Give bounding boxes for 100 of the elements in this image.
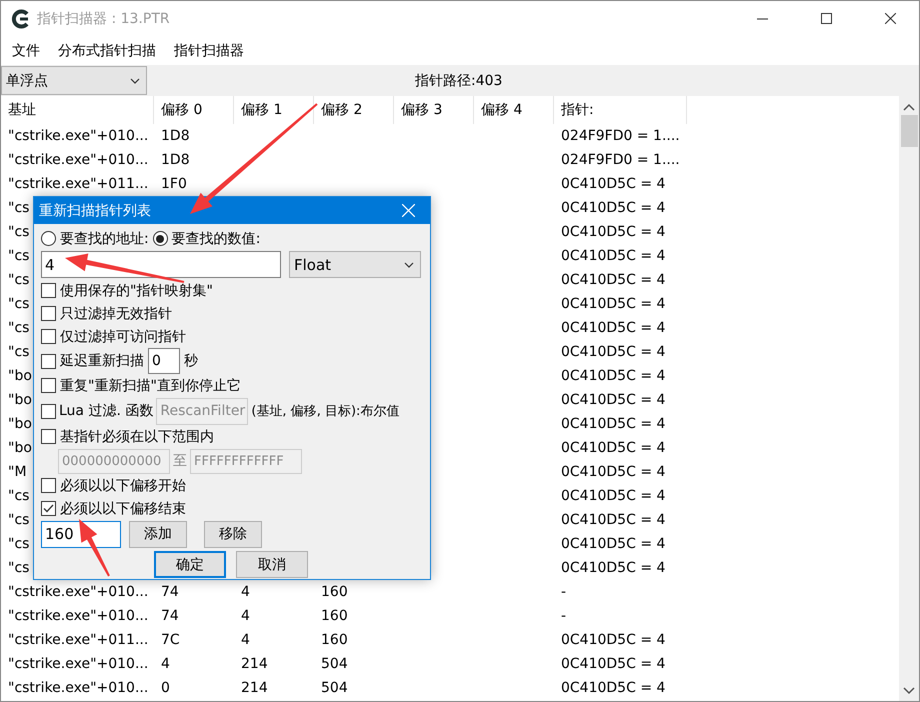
table-cell: 4 (241, 632, 250, 648)
table-cell: 0C410D5C = 4 (561, 632, 666, 648)
table-cell: "cs (8, 224, 30, 240)
table-cell: 1D8 (161, 128, 190, 144)
column-header[interactable]: 基址 (1, 96, 154, 124)
table-cell: 4 (241, 584, 250, 600)
table-cell: 214 (241, 680, 268, 696)
table-cell: 024F9FD0 = 1.... (561, 128, 680, 144)
checkbox[interactable] (41, 429, 56, 444)
window-title: 指针扫描器 : 13.PTR (37, 10, 171, 28)
checkbox[interactable] (41, 283, 56, 298)
table-cell: 0C410D5C = 4 (561, 200, 666, 216)
table-cell: 0C410D5C = 4 (561, 392, 666, 408)
table-cell: 7C (161, 632, 180, 648)
table-cell: 160 (321, 584, 348, 600)
table-cell: "cstrike.exe"+010... (8, 608, 148, 624)
signature-label: (基址, 偏移, 目标):布尔值 (251, 403, 400, 420)
column-header[interactable]: 偏移 4 (474, 96, 554, 124)
type-dropdown[interactable]: 单浮点 (1, 66, 147, 95)
table-cell: 0C410D5C = 4 (561, 248, 666, 264)
table-cell: 0C410D5C = 4 (561, 176, 666, 192)
ok-button[interactable]: 确定 (154, 551, 226, 578)
checkbox[interactable] (41, 501, 56, 516)
column-header[interactable]: 偏移 0 (154, 96, 234, 124)
annotation-arrow (79, 519, 110, 576)
table-cell: "bo (8, 416, 32, 432)
column-header[interactable]: 指针: (554, 96, 687, 124)
option-label: 延迟重新扫描 (60, 352, 144, 370)
radio-label: 要查找的地址: (60, 230, 149, 248)
radio-button[interactable] (152, 231, 168, 246)
table-cell: 0C410D5C = 4 (561, 512, 666, 528)
option-label: 重复"重新扫描"直到你停止它 (60, 376, 241, 394)
table-cell: "cstrike.exe"+010... (8, 680, 148, 696)
table-cell: 1F0 (161, 176, 187, 192)
table-cell: 74 (161, 608, 179, 624)
table-cell: - (561, 584, 566, 600)
close-icon[interactable] (884, 13, 896, 24)
table-cell: 0C410D5C = 4 (561, 464, 666, 480)
menu-item[interactable]: 文件 (3, 42, 49, 60)
menu-item[interactable]: 指针扫描器 (165, 42, 253, 60)
option-label: 必须以以下偏移结束 (60, 500, 186, 518)
option-label: 只过滤掉无效指针 (60, 304, 172, 322)
table-cell: 0C410D5C = 4 (561, 656, 666, 672)
checkbox[interactable] (41, 329, 56, 344)
table-cell: 0C410D5C = 4 (561, 368, 666, 384)
column-header[interactable]: 偏移 3 (394, 96, 474, 124)
option-label: Lua 过滤. 函数 (59, 402, 154, 420)
checkbox[interactable] (41, 354, 56, 368)
table-cell: "cs (8, 488, 30, 504)
chevron-down-icon (130, 78, 140, 84)
table-cell: 504 (321, 680, 348, 696)
table-cell: 160 (321, 608, 348, 624)
logo-icon (11, 8, 31, 28)
table-cell: "cstrike.exe"+011... (8, 632, 148, 648)
table-cell: "M (8, 464, 27, 480)
table-cell: 0C410D5C = 4 (561, 680, 666, 696)
table-cell: "cs (8, 272, 30, 288)
cancel-button[interactable]: 取消 (236, 551, 308, 578)
scroll-down-icon[interactable] (903, 687, 915, 695)
checkbox[interactable] (41, 478, 56, 493)
minimize-icon[interactable] (756, 18, 768, 20)
chevron-down-icon (404, 262, 414, 268)
scroll-up-icon[interactable] (903, 103, 915, 111)
table-cell: "cs (8, 560, 30, 576)
table-cell: 0C410D5C = 4 (561, 560, 666, 576)
table-cell: "bo (8, 440, 32, 456)
menu-item[interactable]: 分布式指针扫描 (49, 42, 165, 60)
remove-button[interactable]: 移除 (204, 520, 262, 548)
table-cell: 74 (161, 584, 179, 600)
table-cell: 0C410D5C = 4 (561, 320, 666, 336)
dialog-title: 重新扫描指针列表 (39, 202, 152, 220)
radio-button[interactable] (41, 231, 56, 246)
table-cell: "cstrike.exe"+010... (8, 128, 148, 144)
table-cell: 0C410D5C = 4 (561, 536, 666, 552)
add-button[interactable]: 添加 (129, 520, 187, 548)
radio-label: 要查找的数值: (172, 230, 260, 248)
table-cell: "cstrike.exe"+011... (8, 176, 148, 192)
checkbox[interactable] (41, 378, 56, 393)
table-cell: 024F9FD0 = 1.... (561, 152, 680, 168)
table-cell: "cs (8, 200, 30, 216)
table-cell: 0C410D5C = 4 (561, 296, 666, 312)
table-cell: 0C410D5C = 4 (561, 272, 666, 288)
checkbox[interactable] (41, 404, 56, 418)
value-field[interactable]: 4 (41, 251, 281, 278)
value-type-dropdown[interactable]: Float (289, 251, 421, 278)
table-cell: "cs (8, 536, 30, 552)
scrollbar[interactable] (899, 96, 919, 701)
table-cell: 504 (321, 656, 348, 672)
table-cell: 0C410D5C = 4 (561, 440, 666, 456)
checkbox[interactable] (41, 306, 56, 321)
table-cell: - (561, 608, 566, 624)
table-cell: "cstrike.exe"+010... (8, 584, 148, 600)
table-cell: "bo (8, 368, 32, 384)
maximize-icon[interactable] (820, 13, 832, 24)
delay-field[interactable]: 0 (148, 348, 180, 374)
scroll-thumb[interactable] (900, 115, 918, 147)
table-cell: 160 (321, 632, 348, 648)
option-label: 仅过滤掉可访问指针 (60, 328, 186, 346)
table-cell: "bo (8, 392, 32, 408)
table-cell: 0 (161, 680, 170, 696)
